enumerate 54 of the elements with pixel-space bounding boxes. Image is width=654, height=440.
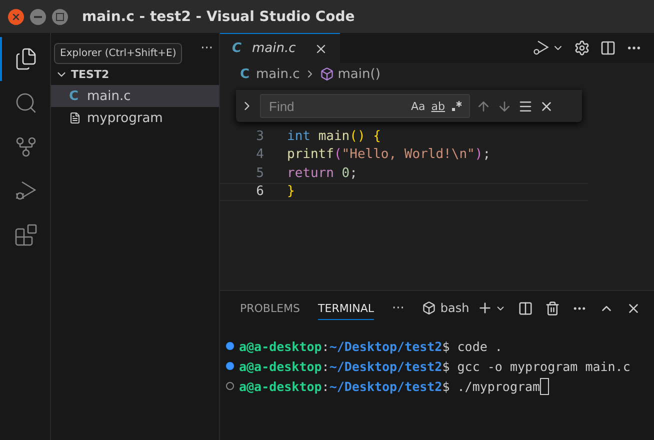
code-line: }	[287, 184, 295, 200]
file-item[interactable]: C main.c	[51, 85, 219, 107]
window-title: main.c - test2 - Visual Studio Code	[82, 8, 355, 24]
files-icon	[14, 47, 38, 71]
more-button[interactable]: ···	[200, 40, 213, 56]
c-file-icon: C	[240, 66, 252, 82]
trash-icon[interactable]	[545, 300, 560, 316]
terminal-icon	[422, 301, 436, 315]
code-line: printf("Hello, World!\n");	[287, 147, 491, 162]
file-item[interactable]: myprogram	[51, 107, 219, 129]
more-button[interactable]: ···	[392, 300, 404, 316]
maximize-button[interactable]	[52, 8, 68, 24]
branch-icon	[14, 135, 38, 159]
lines-icon[interactable]	[518, 98, 533, 114]
minimize-icon	[34, 16, 42, 18]
extensions-icon	[14, 223, 38, 247]
file-name: myprogram	[87, 110, 163, 126]
c-file-icon: C	[232, 41, 244, 56]
minimize-button[interactable]	[30, 8, 46, 24]
terminal-line: a@a-desktop:~/Desktop/test2$ code .	[239, 338, 502, 354]
line-number: 5	[255, 166, 264, 181]
panel-tab[interactable]: PROBLEMS	[240, 296, 300, 320]
terminal-line: a@a-desktop:~/Desktop/test2$ gcc -o myprogram main.c	[239, 358, 630, 374]
line-number: 3	[255, 128, 264, 144]
split-icon[interactable]	[518, 300, 534, 316]
folder-name: TEST2	[71, 68, 110, 80]
terminal-line: a@a-desktop:~/Desktop/test2$ ./myprogram	[239, 378, 540, 394]
tab-label: main.c	[252, 41, 296, 56]
code-line: int main() {	[287, 128, 381, 144]
editor-tab[interactable]: C main.c	[220, 33, 340, 63]
line-number: 6	[255, 184, 264, 200]
file-icon	[69, 112, 81, 124]
breadcrumb-item[interactable]: main()	[338, 66, 380, 82]
panel-tab[interactable]: TERMINAL	[318, 296, 374, 320]
code-line: return 0;	[287, 166, 358, 181]
regex-icon[interactable]	[451, 100, 463, 112]
shell-name[interactable]: bash	[440, 301, 470, 315]
whole-word-toggle[interactable]: ab	[431, 100, 445, 112]
c-file-icon: C	[69, 88, 81, 104]
close-icon	[11, 12, 21, 22]
search-icon	[14, 91, 38, 115]
tooltip: Explorer (Ctrl+Shift+E)	[54, 43, 182, 64]
match-case-toggle[interactable]: Aa	[411, 100, 426, 112]
breadcrumb-item[interactable]: main.c	[256, 66, 300, 82]
split-editor-icon[interactable]	[600, 40, 616, 56]
settings-icon[interactable]	[574, 40, 590, 56]
cube-icon	[320, 67, 334, 81]
file-name: main.c	[87, 88, 131, 104]
folder-header[interactable]: TEST2	[51, 63, 219, 85]
maximize-icon	[56, 12, 64, 20]
close-button[interactable]	[8, 8, 24, 24]
find-field[interactable]: Find Aa ab	[260, 94, 470, 118]
line-number: 4	[255, 147, 264, 162]
arrow-down-icon[interactable]	[497, 98, 512, 114]
